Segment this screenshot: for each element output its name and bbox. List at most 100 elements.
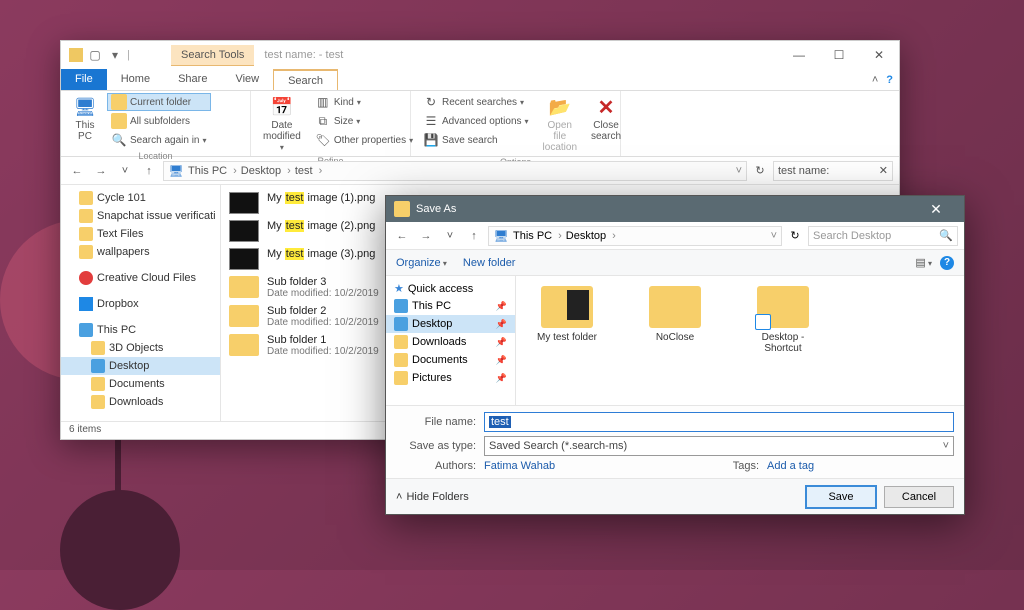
save-as-dialog: Save As ✕ ← → ˅ ↑ 🖥 This PC Desktop ˅ ↻ … [385,195,965,515]
dialog-nav-item[interactable]: Desktop📌 [386,315,515,333]
ribbon-recent-searches[interactable]: ↻Recent searches [419,93,533,111]
tab-search[interactable]: Search [273,69,338,90]
tag-icon: 🏷 [315,132,331,148]
ribbon-close-search[interactable]: ✕ Close search [587,93,625,144]
cancel-button[interactable]: Cancel [884,486,954,508]
ribbon-size[interactable]: ⧉Size [311,112,417,130]
tags-field[interactable]: Add a tag [767,460,954,472]
tab-home[interactable]: Home [107,69,164,90]
nav-item-label: This PC [412,300,451,312]
authors-label: Authors: [396,460,476,472]
file-meta: Date modified: 10/2/2019 [267,317,379,328]
minimize-button[interactable]: — [779,41,819,69]
ribbon-kind[interactable]: ▥Kind [311,93,417,111]
filename-input[interactable]: test [484,412,954,432]
saveastype-select[interactable]: Saved Search (*.search-ms)˅ [484,436,954,456]
breadcrumb-dropdown-icon[interactable]: ˅ [771,230,777,242]
pc-icon: 🖥 [493,228,509,244]
folder-icon [757,286,809,328]
qat-new-folder-icon[interactable]: ▾ [107,47,123,63]
dialog-search-input[interactable]: Search Desktop 🔍 [808,226,958,246]
help-icon[interactable]: ? [886,74,893,86]
pin-icon: 📌 [496,355,511,366]
nav-item[interactable]: Cycle 101 [61,189,220,207]
nav-back-button[interactable]: ← [67,165,87,177]
dialog-nav-item[interactable]: Documents📌 [386,351,515,369]
help-icon[interactable]: ? [940,256,954,270]
folder-icon [649,286,701,328]
file-meta: Date modified: 10/2/2019 [267,346,379,357]
tab-file[interactable]: File [61,69,107,90]
dialog-close-button[interactable]: ✕ [916,201,956,218]
tab-view[interactable]: View [221,69,273,90]
ribbon-all-subfolders[interactable]: All subfolders [107,112,211,130]
dialog-nav-item[interactable]: ★Quick access [386,280,515,297]
folder-item[interactable]: Desktop - Shortcut [742,286,824,354]
dialog-nav-item[interactable]: Pictures📌 [386,369,515,387]
kind-icon: ▥ [315,94,331,110]
breadcrumb[interactable]: 🖥 This PC Desktop test ˅ [163,161,747,181]
nav-forward-button[interactable]: → [91,165,111,177]
ribbon-save-search[interactable]: 💾Save search [419,131,533,149]
dialog-nav-forward-button[interactable]: → [416,230,436,242]
nav-item[interactable]: Creative Cloud Files [61,269,220,287]
title-bar: ▢ ▾ | Search Tools test name: - test — ☐… [61,41,899,69]
folder-item[interactable]: My test folder [526,286,608,343]
search-tools-tab-header: Search Tools [171,45,254,66]
ribbon-advanced-options[interactable]: ☰Advanced options [419,112,533,130]
ribbon-date-modified[interactable]: 📅 Date modified [259,93,305,154]
dialog-refresh-button[interactable]: ↻ [786,229,804,242]
dialog-navigation-pane[interactable]: ★Quick accessThis PC📌Desktop📌Downloads📌D… [386,276,516,405]
nav-item[interactable]: This PC [61,321,220,339]
dialog-nav-item[interactable]: Downloads📌 [386,333,515,351]
ribbon-open-file-location[interactable]: 📂 Open file location [539,93,581,155]
nav-item[interactable]: Desktop [61,357,220,375]
ribbon-this-pc[interactable]: 🖥 This PC [69,93,101,144]
folder-icon [111,113,127,129]
nav-item-label: Quick access [408,283,473,295]
clear-search-icon[interactable]: ✕ [879,164,888,177]
save-button[interactable]: Save [806,486,876,508]
search-input[interactable]: test name: ✕ [773,161,893,181]
refresh-button[interactable]: ↻ [751,164,769,177]
folder-item[interactable]: NoClose [634,286,716,343]
breadcrumb-dropdown-icon[interactable]: ˅ [736,165,742,177]
nav-item[interactable]: wallpapers [61,243,220,261]
dialog-nav-up-button[interactable]: ↑ [464,230,484,242]
nav-item[interactable]: Downloads [61,393,220,411]
hide-folders-toggle[interactable]: ˄Hide Folders [396,491,469,503]
ribbon-collapse-icon[interactable]: ˄ [872,74,878,86]
view-options-button[interactable]: ▤ [915,256,932,269]
new-folder-button[interactable]: New folder [463,257,516,269]
navigation-pane[interactable]: Cycle 101Snapchat issue verificati Text F… [61,185,221,421]
close-button[interactable]: ✕ [859,41,899,69]
thumbnail [229,276,259,298]
nav-item[interactable]: Documents [61,375,220,393]
nav-item-label: Text Files [97,228,143,240]
qat-properties-icon[interactable]: ▢ [87,47,103,63]
dialog-nav-back-button[interactable]: ← [392,230,412,242]
dialog-nav-item[interactable]: This PC📌 [386,297,515,315]
nav-item[interactable]: Text Files [61,225,220,243]
pin-icon: 📌 [496,319,511,330]
nav-item-label: Pictures [412,372,452,384]
chevron-up-icon: ˄ [396,491,402,503]
nav-item[interactable]: Snapchat issue verificati [61,207,220,225]
ribbon-other-properties[interactable]: 🏷Other properties [311,131,417,149]
thumbnail [229,334,259,356]
ribbon-current-folder[interactable]: Current folder [107,93,211,111]
nav-history-dropdown[interactable]: ˅ [115,165,135,177]
dialog-file-list[interactable]: My test folder NoClose Desktop - Shortcut [516,276,964,405]
organize-menu[interactable]: Organize [396,257,447,269]
ribbon-search-again-in[interactable]: 🔍Search again in [107,131,211,149]
maximize-button[interactable]: ☐ [819,41,859,69]
dialog-breadcrumb[interactable]: 🖥 This PC Desktop ˅ [488,226,782,246]
nav-item[interactable]: Dropbox [61,295,220,313]
authors-field[interactable]: Fatima Wahab [484,460,671,472]
dialog-nav-history-dropdown[interactable]: ˅ [440,230,460,242]
folder-icon [111,94,127,110]
nav-up-button[interactable]: ↑ [139,165,159,177]
pc-ico-icon [79,323,93,337]
tab-share[interactable]: Share [164,69,221,90]
nav-item[interactable]: 3D Objects [61,339,220,357]
